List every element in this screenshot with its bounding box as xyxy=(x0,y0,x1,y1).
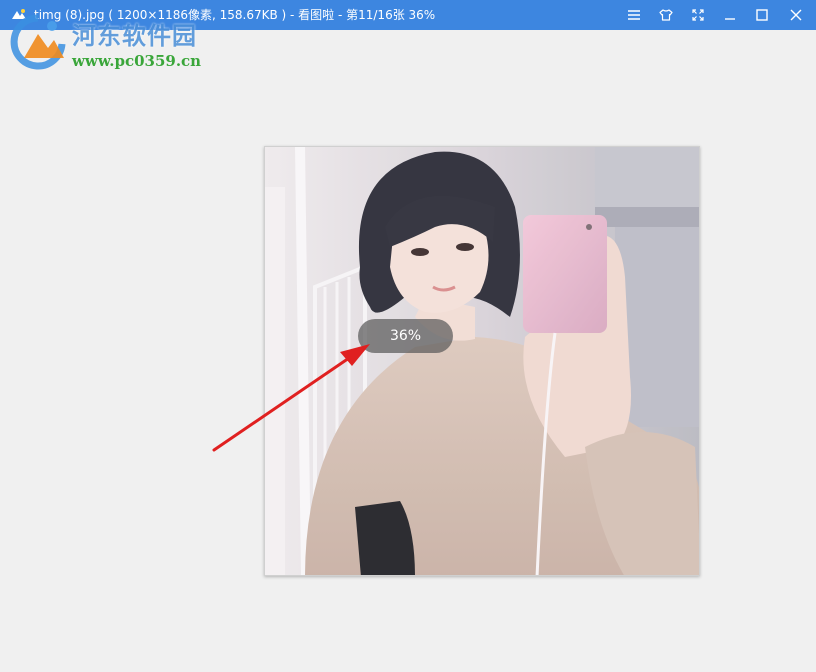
maximize-icon xyxy=(756,9,768,21)
fullscreen-button[interactable] xyxy=(682,0,714,30)
watermark-logo-icon xyxy=(8,14,68,70)
watermark-name: 河东软件园 xyxy=(72,21,197,50)
watermark-url: www.pc0359.cn xyxy=(72,52,202,70)
minimize-button[interactable] xyxy=(714,0,746,30)
skin-icon xyxy=(659,9,673,21)
fullscreen-icon xyxy=(692,9,704,21)
maximize-button[interactable] xyxy=(746,0,778,30)
watermark: 河东软件园 www.pc0359.cn xyxy=(6,6,206,70)
close-icon xyxy=(790,9,802,21)
photo-illustration xyxy=(265,147,699,575)
minimize-icon xyxy=(724,9,736,21)
close-button[interactable] xyxy=(780,0,812,30)
menu-button[interactable] xyxy=(618,0,650,30)
skin-button[interactable] xyxy=(650,0,682,30)
zoom-level-badge: 36% xyxy=(358,319,453,353)
menu-icon xyxy=(628,10,640,20)
image-canvas[interactable] xyxy=(264,146,700,576)
